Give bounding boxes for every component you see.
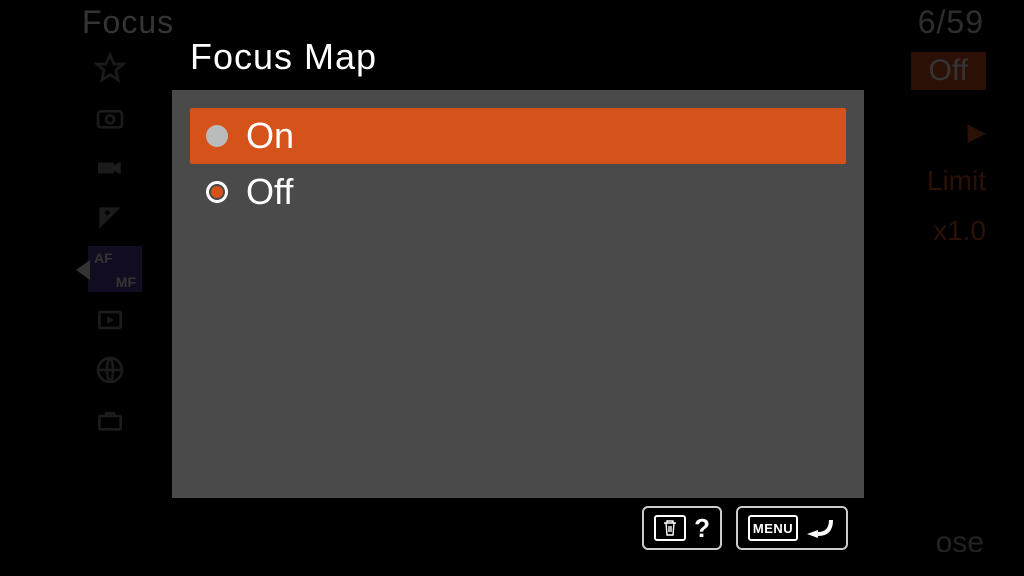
menu-label: MENU xyxy=(748,515,798,541)
radio-checked-icon xyxy=(206,181,228,203)
radio-icon xyxy=(206,125,228,147)
back-arrow-icon xyxy=(806,515,836,541)
option-on-label: On xyxy=(246,115,294,157)
menu-back-button[interactable]: MENU xyxy=(736,506,848,550)
option-on[interactable]: On xyxy=(190,108,846,164)
focus-map-dialog: Focus Map On Off ? MENU xyxy=(172,22,864,558)
option-off[interactable]: Off xyxy=(190,164,846,220)
trash-icon xyxy=(654,515,686,541)
dialog-body: On Off xyxy=(172,90,864,498)
option-off-label: Off xyxy=(246,171,293,213)
help-button[interactable]: ? xyxy=(642,506,722,550)
dialog-title: Focus Map xyxy=(172,22,864,90)
dialog-footer: ? MENU xyxy=(172,498,864,558)
question-mark-icon: ? xyxy=(694,513,710,544)
